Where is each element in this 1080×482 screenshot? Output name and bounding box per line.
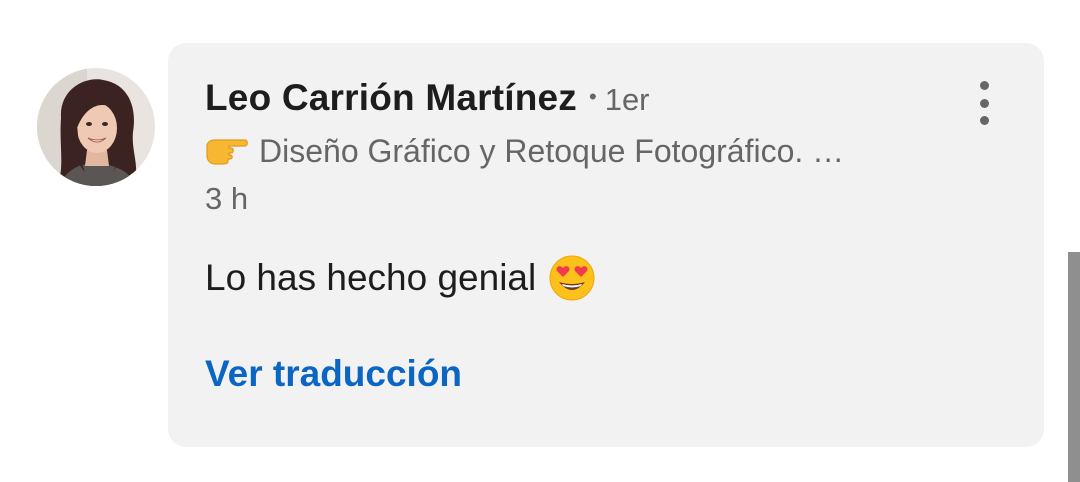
author-name[interactable]: Leo Carrión Martínez — [205, 77, 577, 119]
author-headline[interactable]: Diseño Gráfico y Retoque Fotográfico. … — [259, 133, 844, 170]
author-row: Leo Carrión Martínez • 1er — [205, 77, 650, 121]
comment-timestamp: 3 h — [205, 181, 249, 216]
comment-text: Lo has hecho genial — [205, 257, 537, 298]
pointing-hand-icon — [205, 136, 249, 166]
scrollbar[interactable] — [1068, 252, 1080, 482]
comment-body: Lo has hecho genial — [205, 253, 596, 303]
more-options-button[interactable] — [968, 81, 1000, 125]
avatar[interactable] — [37, 68, 155, 186]
vertical-ellipsis-icon — [979, 98, 989, 108]
vertical-ellipsis-icon — [979, 81, 989, 90]
author-headline-row: Diseño Gráfico y Retoque Fotográfico. … — [205, 131, 844, 171]
heart-eyes-emoji-icon — [548, 254, 596, 302]
vertical-ellipsis-icon — [979, 116, 989, 125]
see-translation-link[interactable]: Ver traducción — [205, 353, 462, 395]
connection-degree: 1er — [604, 82, 650, 117]
comment-card: Leo Carrión Martínez • 1er Diseño Gráfic… — [168, 43, 1044, 447]
avatar-photo — [37, 68, 155, 186]
comment-thread: Leo Carrión Martínez • 1er Diseño Gráfic… — [0, 0, 1080, 482]
degree-separator: • — [589, 84, 597, 109]
